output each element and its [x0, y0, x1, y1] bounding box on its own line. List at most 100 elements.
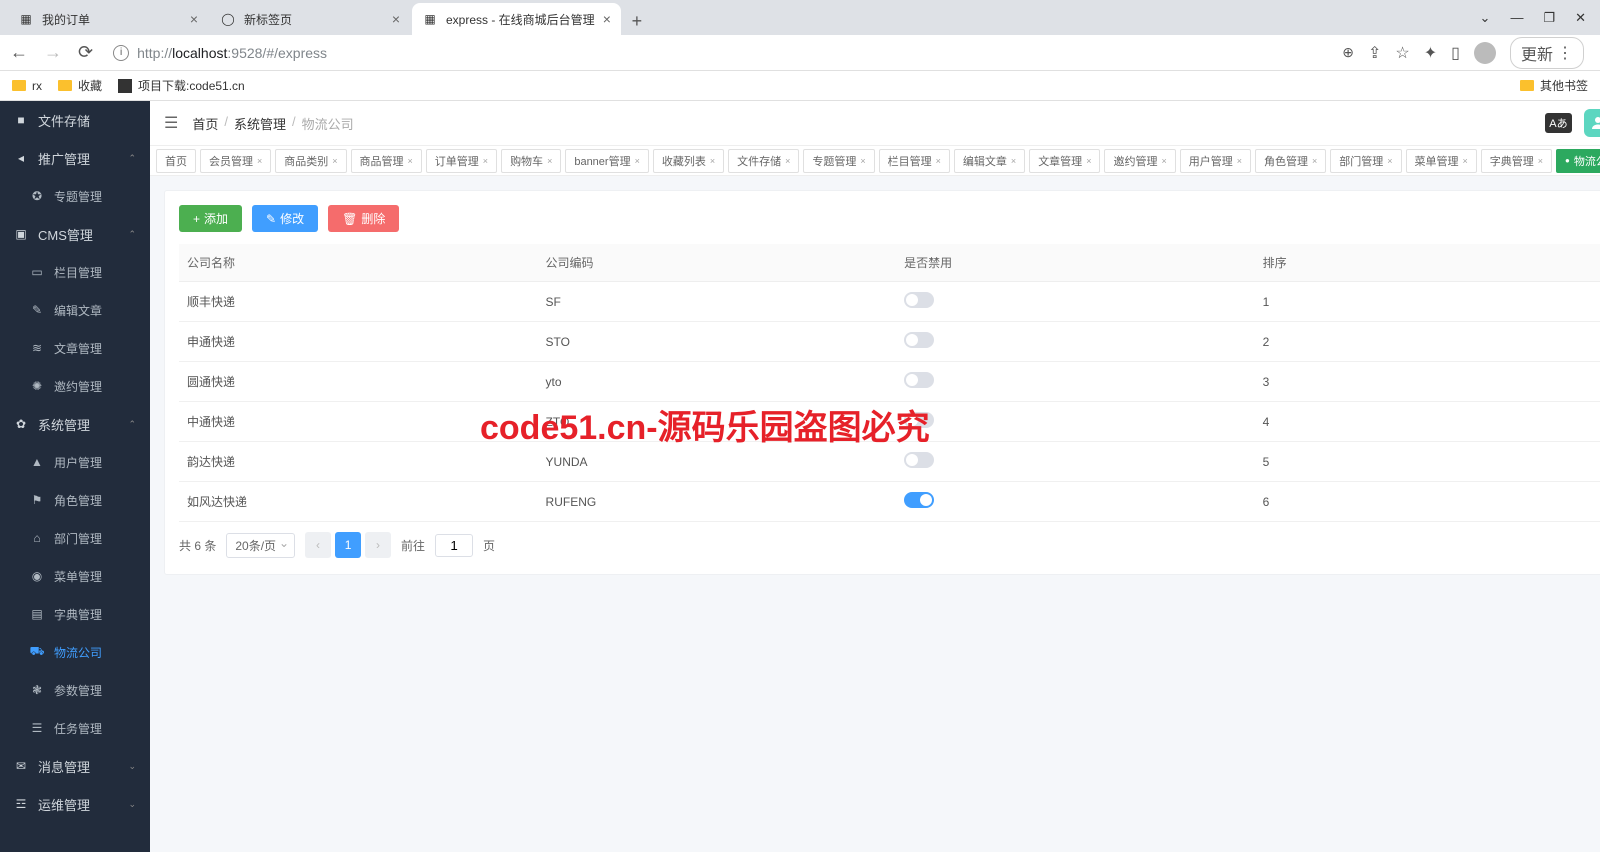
sidebar-item[interactable]: ▲用户管理	[0, 443, 150, 481]
table-row[interactable]: 申通快递 STO 2	[179, 322, 1600, 362]
sidebar-item[interactable]: ⛟物流公司	[0, 633, 150, 671]
sidebar-item[interactable]: ❃参数管理	[0, 671, 150, 709]
extensions-icon[interactable]: ✦	[1424, 43, 1437, 63]
edit-button[interactable]: ✎ 修改	[252, 205, 318, 232]
tag-tab[interactable]: 邀约管理 ×	[1104, 149, 1175, 173]
browser-tab-1[interactable]: ◯ 新标签页 ×	[210, 3, 410, 35]
sidebar-item[interactable]: ▭栏目管理	[0, 253, 150, 291]
tag-tab[interactable]: 菜单管理 ×	[1406, 149, 1477, 173]
close-icon[interactable]: ×	[392, 11, 400, 27]
toggle-switch[interactable]	[904, 452, 934, 468]
page-number[interactable]: 1	[335, 532, 361, 558]
close-icon[interactable]: ×	[547, 156, 552, 166]
new-tab-button[interactable]: +	[623, 7, 651, 35]
bookmark-other[interactable]: 其他书签	[1520, 77, 1588, 94]
tag-tab[interactable]: 收藏列表 ×	[653, 149, 724, 173]
tag-tab[interactable]: 编辑文章 ×	[954, 149, 1025, 173]
close-icon[interactable]: ×	[710, 156, 715, 166]
next-page-button[interactable]: ›	[365, 532, 391, 558]
maximize-icon[interactable]: ❐	[1543, 10, 1555, 26]
bookmark-download[interactable]: 项目下载:code51.cn	[118, 77, 245, 94]
search-in-page-icon[interactable]: ⊕	[1342, 44, 1354, 61]
toggle-switch[interactable]	[904, 372, 934, 388]
sidebar-item[interactable]: ✺邀约管理	[0, 367, 150, 405]
close-icon[interactable]: ×	[1538, 156, 1543, 166]
sidebar-item[interactable]: ⌂部门管理	[0, 519, 150, 557]
tag-tab[interactable]: banner管理 ×	[565, 149, 649, 173]
close-icon[interactable]: ×	[190, 11, 198, 27]
sidebar-item[interactable]: ≋文章管理	[0, 329, 150, 367]
breadcrumb-section[interactable]: 系统管理	[234, 114, 286, 133]
tag-tab[interactable]: 商品类别 ×	[275, 149, 346, 173]
reload-icon[interactable]: ⟳	[78, 42, 93, 63]
sidebar-item[interactable]: ▣CMS管理⌃	[0, 215, 150, 253]
table-row[interactable]: 圆通快递 yto 3	[179, 362, 1600, 402]
add-button[interactable]: + 添加	[179, 205, 242, 232]
tag-tab[interactable]: 会员管理 ×	[200, 149, 271, 173]
sidebar-item[interactable]: ✿系统管理⌃	[0, 405, 150, 443]
toggle-switch[interactable]	[904, 492, 934, 508]
tag-tab[interactable]: 购物车 ×	[501, 149, 561, 173]
bookmark-rx[interactable]: rx	[12, 79, 42, 93]
minimize-icon[interactable]: —	[1510, 10, 1523, 25]
bookmark-star-icon[interactable]: ☆	[1395, 43, 1409, 63]
tag-tab[interactable]: 部门管理 ×	[1330, 149, 1401, 173]
close-icon[interactable]: ×	[1387, 156, 1392, 166]
sidebar-item[interactable]: ⚑角色管理	[0, 481, 150, 519]
toggle-switch[interactable]	[904, 412, 934, 428]
tag-tab[interactable]: 角色管理 ×	[1255, 149, 1326, 173]
tag-tab[interactable]: 首页	[156, 149, 196, 173]
close-icon[interactable]: ×	[1161, 156, 1166, 166]
close-icon[interactable]: ×	[332, 156, 337, 166]
tag-tab[interactable]: 专题管理 ×	[803, 149, 874, 173]
browser-tab-0[interactable]: ▦ 我的订单 ×	[8, 3, 208, 35]
sidebar-item[interactable]: ☰任务管理	[0, 709, 150, 747]
info-icon[interactable]: i	[113, 45, 129, 61]
goto-page-input[interactable]	[435, 534, 473, 557]
delete-button[interactable]: 🗑 删除	[328, 205, 399, 232]
close-icon[interactable]: ×	[603, 11, 611, 27]
update-button[interactable]: 更新 ⋮	[1510, 37, 1584, 69]
sidebar-item[interactable]: ✎编辑文章	[0, 291, 150, 329]
user-avatar[interactable]	[1584, 109, 1600, 137]
sidebar-item[interactable]: ☲运维管理⌄	[0, 785, 150, 823]
close-icon[interactable]: ×	[785, 156, 790, 166]
menu-toggle-icon[interactable]: ☰	[164, 113, 178, 133]
close-icon[interactable]: ×	[936, 156, 941, 166]
tag-tab[interactable]: 商品管理 ×	[351, 149, 422, 173]
prev-page-button[interactable]: ‹	[305, 532, 331, 558]
close-icon[interactable]: ×	[257, 156, 262, 166]
page-size-select[interactable]: 20条/页	[226, 533, 295, 558]
tag-tab[interactable]: 字典管理 ×	[1481, 149, 1552, 173]
close-icon[interactable]: ×	[635, 156, 640, 166]
table-row[interactable]: 如风达快递 RUFENG 6	[179, 482, 1600, 522]
table-row[interactable]: 中通快递 ZTO 4	[179, 402, 1600, 442]
share-icon[interactable]: ⇪	[1368, 43, 1381, 63]
address-bar[interactable]: i http://localhost:9528/#/express	[103, 45, 1332, 61]
tag-tab[interactable]: ● 物流公司 ×	[1556, 149, 1600, 173]
sidebar-item[interactable]: ✪专题管理	[0, 177, 150, 215]
tag-tab[interactable]: 文章管理 ×	[1029, 149, 1100, 173]
close-icon[interactable]: ×	[1011, 156, 1016, 166]
sidebar-item[interactable]: ■文件存储	[0, 101, 150, 139]
caret-down-icon[interactable]: ⌄	[1480, 10, 1491, 26]
browser-tab-2[interactable]: ▦ express - 在线商城后台管理 ×	[412, 3, 621, 35]
table-row[interactable]: 顺丰快递 SF 1	[179, 282, 1600, 322]
side-panel-icon[interactable]: ▯	[1451, 43, 1460, 63]
sidebar-item[interactable]: ◂推广管理⌃	[0, 139, 150, 177]
close-icon[interactable]: ×	[1086, 156, 1091, 166]
sidebar-item[interactable]: ✉消息管理⌄	[0, 747, 150, 785]
forward-icon[interactable]: →	[44, 42, 62, 63]
close-icon[interactable]: ×	[1463, 156, 1468, 166]
tag-tab[interactable]: 栏目管理 ×	[879, 149, 950, 173]
sidebar-item[interactable]: ▤字典管理	[0, 595, 150, 633]
close-icon[interactable]: ×	[860, 156, 865, 166]
back-icon[interactable]: ←	[10, 42, 28, 63]
tag-tab[interactable]: 文件存储 ×	[728, 149, 799, 173]
table-row[interactable]: 韵达快递 YUNDA 5	[179, 442, 1600, 482]
sidebar-item[interactable]: ◉菜单管理	[0, 557, 150, 595]
tag-tab[interactable]: 订单管理 ×	[426, 149, 497, 173]
close-window-icon[interactable]: ✕	[1575, 10, 1586, 26]
toggle-switch[interactable]	[904, 332, 934, 348]
toggle-switch[interactable]	[904, 292, 934, 308]
